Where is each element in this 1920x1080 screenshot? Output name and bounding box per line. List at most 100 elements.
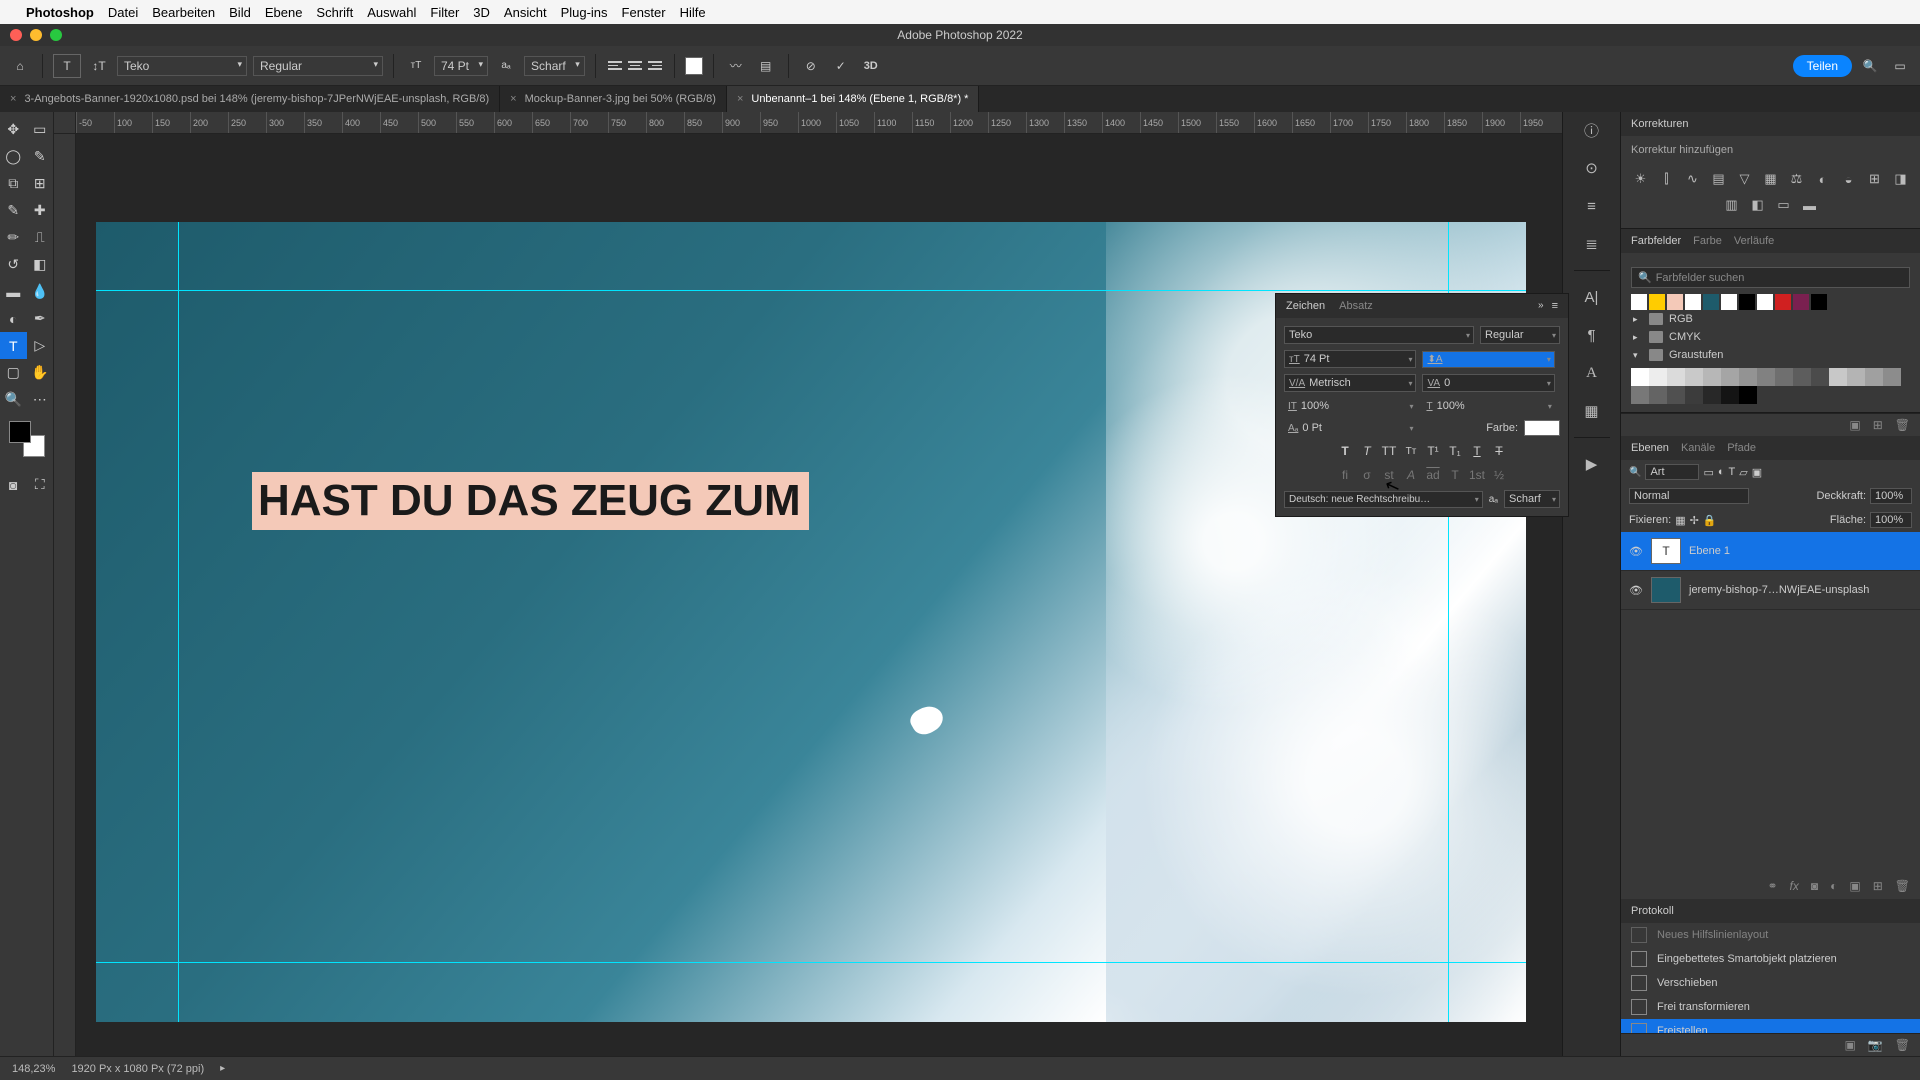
fill-input[interactable]: 100% [1870,512,1912,528]
status-menu-icon[interactable]: ▸ [220,1063,225,1074]
channelmixer-icon[interactable]: ⊞ [1866,170,1884,188]
menu-hilfe[interactable]: Hilfe [680,5,706,20]
adjustments-icon[interactable]: ⊙ [1580,156,1604,180]
swatch-group-rgb[interactable]: ▸RGB [1631,310,1910,328]
ordinals-icon[interactable]: T [1446,466,1464,484]
history-step[interactable]: Freistellen [1621,1019,1920,1033]
char-language-select[interactable]: Deutsch: neue Rechtschreibu… [1284,491,1483,508]
character-panel-icon[interactable]: ▤ [754,54,778,78]
close-icon[interactable]: × [737,93,743,105]
ligatures-icon[interactable]: fi [1336,466,1354,484]
tab-zeichen[interactable]: Zeichen [1286,300,1325,312]
swatch[interactable] [1775,294,1791,310]
text-layer-headline[interactable]: HAST DU DAS ZEUG ZUM [252,472,809,530]
invert-icon[interactable]: ◨ [1892,170,1910,188]
gray-swatch[interactable] [1739,368,1757,386]
stylistic-icon[interactable]: 1st [1468,466,1486,484]
fx-icon[interactable]: fx [1790,879,1799,893]
brightness-icon[interactable]: ☀ [1632,170,1650,188]
char-font-select[interactable]: Teko [1284,326,1474,344]
menu-ansicht[interactable]: Ansicht [504,5,547,20]
layer-name[interactable]: Ebene 1 [1689,545,1730,557]
history-panel-head[interactable]: Protokoll [1621,899,1920,923]
ruler-origin[interactable] [54,112,76,134]
marquee-tool[interactable]: ▭ [27,116,54,143]
3d-icon[interactable]: 3D [859,54,883,78]
healing-tool[interactable]: ✚ [27,197,54,224]
gray-swatch[interactable] [1667,386,1685,404]
gradient-tool[interactable]: ▬ [0,278,27,305]
gray-swatch[interactable] [1649,386,1667,404]
warp-text-icon[interactable]: 〰 [724,54,748,78]
menu-datei[interactable]: Datei [108,5,138,20]
new-swatch-icon[interactable]: ⊞ [1873,418,1883,432]
gray-swatch[interactable] [1685,368,1703,386]
guide-horizontal[interactable] [96,290,1526,291]
search-icon[interactable]: 🔍 [1858,54,1882,78]
zoom-status[interactable]: 148,23% [12,1063,55,1075]
gray-swatch[interactable] [1631,386,1649,404]
horizontal-ruler[interactable]: -501001502002503003504004505005506006507… [76,112,1562,134]
gray-swatch[interactable] [1757,368,1775,386]
colorbalance-icon[interactable]: ⚖ [1788,170,1806,188]
gray-swatch[interactable] [1649,368,1667,386]
titling-icon[interactable]: ad [1424,466,1442,484]
layer-name[interactable]: jeremy-bishop-7…NWjEAE-unsplash [1689,584,1869,596]
vertical-ruler[interactable] [54,134,76,1056]
gray-swatch[interactable] [1703,368,1721,386]
mask-icon[interactable]: ◙ [1811,879,1818,893]
swatches-panel-head[interactable]: Farbfelder Farbe Verläufe [1621,229,1920,253]
menu-schrift[interactable]: Schrift [316,5,353,20]
properties-icon[interactable]: ⓘ [1580,118,1604,142]
layer-filter-kind[interactable]: Art [1645,464,1699,480]
blend-mode-select[interactable]: Normal [1629,488,1749,504]
gray-swatch[interactable] [1811,368,1829,386]
actions-icon[interactable]: ▶ [1580,452,1604,476]
zoom-tool[interactable]: 🔍 [0,386,27,413]
char-color-swatch[interactable] [1524,420,1560,436]
foreground-background-swatch[interactable] [9,421,45,457]
commit-icon[interactable]: ✓ [829,54,853,78]
gray-swatch[interactable] [1685,386,1703,404]
filter-adjust-icon[interactable]: ◐ [1718,466,1725,478]
layers-panel-head[interactable]: Ebenen Kanäle Pfade [1621,436,1920,460]
swatch[interactable] [1667,294,1683,310]
cancel-icon[interactable]: ⊘ [799,54,823,78]
selectivecolor-icon[interactable]: ▬ [1801,196,1819,214]
edit-toolbar[interactable]: ⋯ [27,386,54,413]
curves-icon[interactable]: ∿ [1684,170,1702,188]
char-baseline-input[interactable]: Aₐ0 Pt [1284,420,1416,436]
gray-swatch[interactable] [1631,368,1649,386]
gray-swatch[interactable] [1793,368,1811,386]
history-step[interactable]: Eingebettetes Smartobjekt platzieren [1621,947,1920,971]
guide-horizontal[interactable] [96,962,1526,963]
doc-dimensions[interactable]: 1920 Px x 1080 Px (72 ppi) [71,1063,204,1075]
text-color-swatch[interactable] [685,57,703,75]
swatch[interactable] [1721,294,1737,310]
bw-icon[interactable]: ◐ [1814,170,1832,188]
delete-layer-icon[interactable]: 🗑 [1895,879,1910,893]
window-close[interactable] [10,29,22,41]
char-weight-select[interactable]: Regular [1480,326,1560,344]
faux-bold-icon[interactable]: T [1336,442,1354,460]
char-tracking-input[interactable]: VA0 [1422,374,1554,392]
home-icon[interactable]: ⌂ [8,54,32,78]
layer-row-image[interactable]: 👁 jeremy-bishop-7…NWjEAE-unsplash [1621,571,1920,610]
swatch[interactable] [1793,294,1809,310]
character-shortcut-icon[interactable]: A| [1580,285,1604,309]
lock-all-icon[interactable]: 🔒 [1703,514,1717,527]
collapse-icon[interactable]: » [1538,300,1544,312]
align-left-button[interactable] [606,57,624,75]
menu-ebene[interactable]: Ebene [265,5,303,20]
posterize-icon[interactable]: ▥ [1723,196,1741,214]
gradientmap-icon[interactable]: ▭ [1775,196,1793,214]
swatch[interactable] [1631,294,1647,310]
brushes-icon[interactable]: ≣ [1580,232,1604,256]
paragraph-icon[interactable]: ¶ [1580,323,1604,347]
camera-icon[interactable]: 📷 [1868,1038,1883,1052]
fractions-icon[interactable]: ½ [1490,466,1508,484]
trash-icon[interactable]: 🗑 [1895,418,1910,432]
menu-filter[interactable]: Filter [430,5,459,20]
type-orientation-icon[interactable]: ↕T [87,54,111,78]
quickmask-tool[interactable]: ◙ [0,471,27,498]
